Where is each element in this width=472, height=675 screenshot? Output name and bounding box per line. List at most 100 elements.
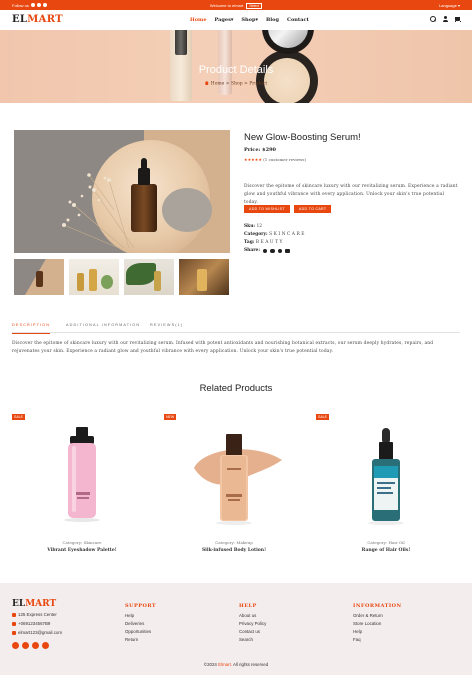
product-name: New Glow-Boosting Serum! <box>244 132 361 143</box>
product-title[interactable]: Silk-infused Body Lotion! <box>164 548 304 553</box>
footer-link[interactable]: Opportunities <box>125 628 156 636</box>
mail-icon <box>12 630 16 635</box>
footer-link[interactable]: Deliveries <box>125 620 156 628</box>
footer-column-title: HELP <box>239 603 257 609</box>
product-rating: ★★★★★ (1 customer reviews) <box>244 157 306 162</box>
home-icon <box>204 81 209 85</box>
nav-blog[interactable]: Blog <box>266 17 279 23</box>
footer-phone: +0691234567B9 <box>12 621 50 626</box>
footer-link[interactable]: Privacy Policy <box>239 620 266 628</box>
add-to-wishlist-button[interactable]: ADD TO WISHLIST <box>244 205 290 213</box>
product-main-image[interactable] <box>14 130 230 253</box>
hero-bottle-cap <box>175 30 187 55</box>
category-label: Category: <box>244 232 268 237</box>
footer-link[interactable]: Faq <box>353 636 402 644</box>
product-meta: Sku: 12 Category: SKINCARE Tag: BEAUTY S… <box>244 223 306 255</box>
product-card[interactable]: SALE Category: Skincare Vibrant Eyeshado… <box>12 414 152 564</box>
currency-select[interactable]: Select <box>246 2 263 9</box>
footer-column-information: INFORMATION Order & Return Store Locatio… <box>353 603 402 644</box>
footer-link[interactable]: About us <box>239 612 266 620</box>
footer-link[interactable]: Order & Return <box>353 612 402 620</box>
product-card[interactable]: SALE Category: Hair Oil Range of Hair Oi… <box>316 414 456 564</box>
footer-link[interactable]: Help <box>353 628 402 636</box>
copyright-brand[interactable]: Elmart. <box>218 662 232 667</box>
breadcrumb-current: Product <box>249 81 268 87</box>
instagram-icon[interactable] <box>32 642 39 649</box>
product-title[interactable]: Vibrant Eyeshadow Palette! <box>12 548 152 553</box>
product-short-description: Discover the epitome of skincare luxury … <box>244 184 458 205</box>
page-title: Product Details <box>198 64 274 76</box>
footer-link[interactable]: Search <box>239 636 266 644</box>
thumbnail-bottle <box>89 269 97 291</box>
footer-column-title: SUPPORT <box>125 603 157 609</box>
footer-link[interactable]: Return <box>125 636 156 644</box>
user-icon[interactable] <box>442 16 448 22</box>
twitter-icon[interactable] <box>22 642 29 649</box>
review-count[interactable]: (1 customer reviews) <box>263 157 306 162</box>
welcome-message: Welcome to elmart Select <box>0 2 472 9</box>
star-rating-icon: ★★★★★ <box>244 157 262 162</box>
email-text[interactable]: elmart123@gmail.com <box>18 630 62 635</box>
product-image-foundation <box>194 434 282 525</box>
cart-icon[interactable] <box>454 16 461 22</box>
tab-reviews[interactable]: REVIEWS(1) <box>150 323 183 327</box>
site-header: ELMART Home Pages▾ Shop▾ Blog Contact <box>0 10 472 30</box>
search-icon[interactable] <box>430 16 436 22</box>
thumbnail-bottle <box>154 271 161 291</box>
breadcrumb-home[interactable]: Home <box>211 82 225 87</box>
welcome-text: Welcome to elmart <box>209 2 244 8</box>
thumbnail-1[interactable] <box>14 259 64 295</box>
thumbnail-4[interactable] <box>179 259 229 295</box>
nav-pages[interactable]: Pages▾ <box>215 17 234 23</box>
footer-column-title: INFORMATION <box>353 603 402 609</box>
language-select[interactable]: Language ▾ <box>439 3 460 8</box>
linkedin-icon[interactable] <box>285 248 290 254</box>
tag-value[interactable]: BEAUTY <box>256 240 284 245</box>
sku-label: Sku: <box>244 224 256 229</box>
footer-logo-part1: EL <box>12 599 26 609</box>
share-row: Share: <box>244 247 306 255</box>
footer-link[interactable]: Store Location <box>353 620 402 628</box>
tag-label: Tag: <box>244 240 255 245</box>
footer-column-support: SUPPORT Help Deliveries Opportunities Re… <box>125 603 156 644</box>
site-footer: ELMART 125 Express Center +0691234567B9 … <box>0 583 472 675</box>
top-bar: Follow us Welcome to elmart Select Langu… <box>0 0 472 10</box>
nav-contact[interactable]: Contact <box>287 17 309 23</box>
footer-link[interactable]: Help <box>125 612 156 620</box>
thumbnail-3[interactable] <box>124 259 174 295</box>
chevron-down-icon: ▾ <box>255 17 258 23</box>
pinterest-icon[interactable] <box>277 248 283 254</box>
twitter-icon[interactable] <box>270 248 275 254</box>
nav-shop[interactable]: Shop▾ <box>241 17 258 23</box>
instagram-icon[interactable] <box>12 642 19 649</box>
share-label: Share: <box>244 248 260 253</box>
tab-description[interactable]: DESCRIPTION <box>12 323 51 334</box>
pinterest-icon[interactable] <box>42 642 49 649</box>
footer-link[interactable]: Contact us <box>239 628 266 636</box>
footer-email: elmart123@gmail.com <box>12 630 62 635</box>
add-to-cart-button[interactable]: ADD TO CART <box>293 205 332 213</box>
address-text: 125 Express Center <box>18 612 57 617</box>
nav-shop-label: Shop <box>241 17 256 23</box>
category-value[interactable]: SKINCARE <box>269 232 306 237</box>
copyright: ©2024 Elmart. All rights reserved <box>0 662 472 667</box>
tab-additional-information[interactable]: ADDITIONAL INFORMATION <box>66 323 140 327</box>
product-card[interactable]: NEW Category: Makeup Silk-infused Body L… <box>164 414 304 564</box>
thumbnail-bottle <box>36 271 43 287</box>
thumbnail-2[interactable] <box>69 259 119 295</box>
breadcrumb-shop[interactable]: Shop <box>231 82 243 87</box>
price-label: Price: <box>244 147 261 153</box>
product-image-serum-bottle <box>368 428 404 525</box>
footer-address: 125 Express Center <box>12 612 57 617</box>
product-category: Category: Hair Oil <box>367 540 405 545</box>
sku-value: 12 <box>256 224 263 229</box>
product-image-pink-bottle <box>64 427 100 522</box>
product-category: Category: Skincare <box>62 540 102 545</box>
nav-home[interactable]: Home <box>190 17 207 23</box>
product-title[interactable]: Range of Hair Oils! <box>316 548 456 553</box>
logo[interactable]: ELMART <box>12 14 63 25</box>
facebook-icon[interactable] <box>262 248 268 254</box>
footer-logo[interactable]: ELMART <box>12 599 56 609</box>
phone-text[interactable]: +0691234567B9 <box>18 621 50 626</box>
thumbnail-leaf <box>126 263 156 285</box>
